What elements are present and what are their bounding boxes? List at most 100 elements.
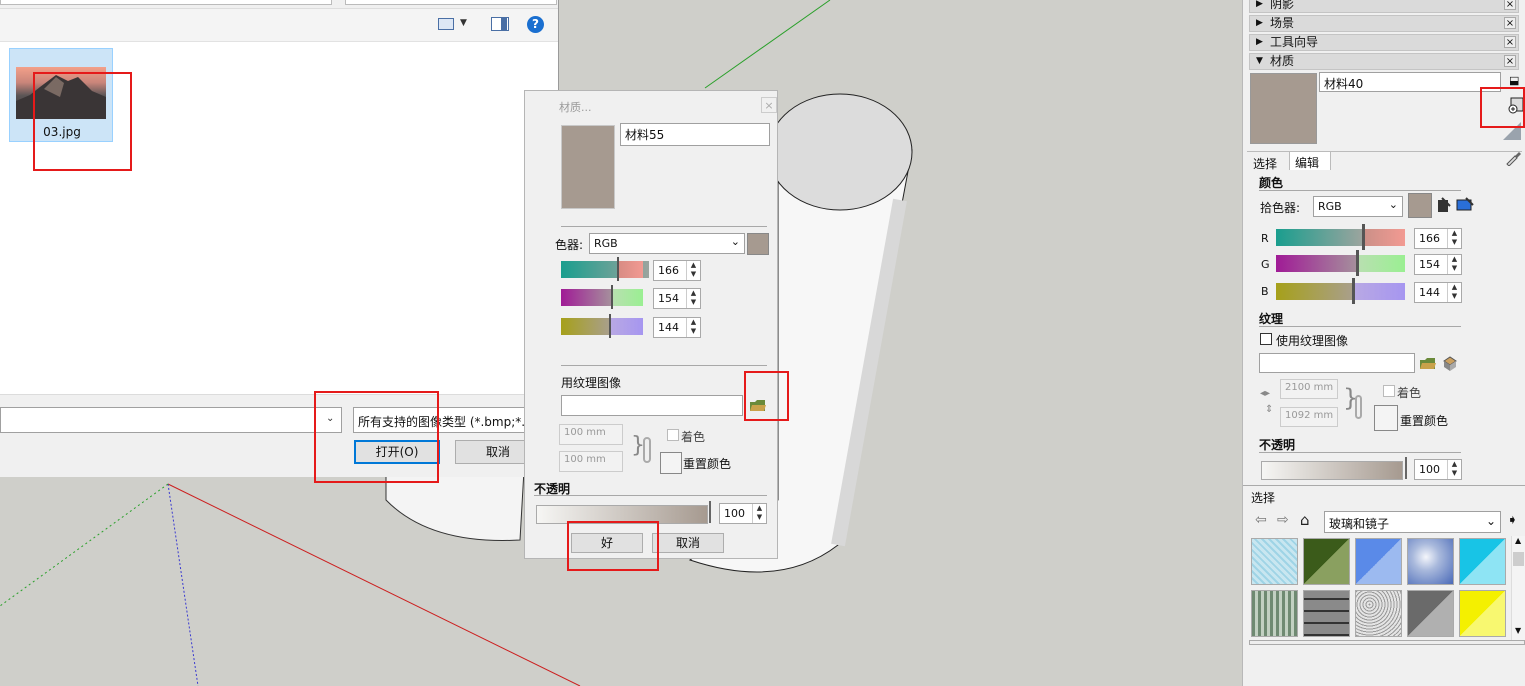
opacity-spin[interactable]: 100 ▲ ▼ — [1414, 459, 1462, 480]
edit-texture-icon[interactable] — [1442, 355, 1458, 371]
material-swatch[interactable] — [1407, 590, 1454, 637]
opacity-thumb[interactable] — [1405, 457, 1407, 479]
material-cancel-button[interactable]: 取消 — [652, 533, 724, 553]
forward-arrow-icon[interactable]: ⇨ — [1277, 512, 1289, 528]
opacity-thumb[interactable] — [709, 501, 711, 523]
material-name-input[interactable]: 材料55 — [620, 123, 770, 146]
chain-link-icon[interactable] — [1355, 395, 1362, 419]
match-color-model-icon[interactable] — [1436, 196, 1452, 214]
material-name-input[interactable]: 材料40 — [1319, 72, 1501, 92]
panel-header-scenes[interactable]: ▶ 场景 × — [1249, 15, 1519, 32]
browse-folder-icon[interactable] — [749, 397, 767, 413]
swatch-scrollbar[interactable]: ▲ ▼ — [1511, 536, 1525, 640]
reset-color-swatch[interactable] — [1374, 405, 1398, 431]
b-value-spin[interactable]: 144 ▲ ▼ — [1414, 282, 1462, 303]
r-slider-thumb[interactable] — [617, 257, 619, 281]
opacity-slider[interactable] — [536, 505, 708, 524]
b-slider-right[interactable] — [1355, 283, 1405, 300]
chain-link-icon[interactable] — [643, 437, 651, 463]
browse-folder-icon[interactable] — [1419, 355, 1437, 371]
filetype-select[interactable]: 所有支持的图像类型 (*.bmp;*.j — [353, 407, 541, 433]
color-swatch[interactable] — [747, 233, 769, 255]
material-swatch[interactable] — [1303, 590, 1350, 637]
texture-width-input[interactable]: 100 mm — [559, 424, 623, 445]
scroll-thumb[interactable] — [1513, 552, 1524, 566]
material-swatch[interactable] — [1459, 590, 1506, 637]
view-mode-icon[interactable] — [438, 18, 454, 30]
texture-height-input[interactable]: 100 mm — [559, 451, 623, 472]
use-texture-checkbox[interactable] — [1260, 333, 1272, 345]
material-swatch[interactable] — [1251, 538, 1298, 585]
b-value-spin[interactable]: 144 ▲ ▼ — [653, 317, 701, 338]
material-swatch[interactable] — [1251, 590, 1298, 637]
g-slider-right[interactable] — [1359, 255, 1405, 272]
search-box[interactable] — [345, 0, 557, 5]
details-arrow-icon[interactable]: ➧ — [1507, 513, 1518, 528]
ok-button[interactable]: 好 — [571, 533, 643, 553]
library-select[interactable]: 玻璃和镜子 ⌄ — [1324, 511, 1501, 533]
colorize-checkbox[interactable] — [667, 429, 679, 441]
material-swatch[interactable] — [1355, 590, 1402, 637]
view-dropdown-icon[interactable]: ▼ — [460, 18, 467, 28]
color-picker-select[interactable]: RGB ⌄ — [589, 233, 745, 254]
opacity-spin[interactable]: 100 ▲ ▼ — [719, 503, 767, 524]
b-slider-left[interactable] — [1276, 283, 1352, 300]
r-slider-right[interactable] — [619, 261, 643, 278]
panel-header-materials[interactable]: ▼ 材质 × — [1249, 53, 1519, 70]
g-slider-thumb[interactable] — [1356, 250, 1359, 276]
r-slider-left[interactable] — [1276, 229, 1362, 246]
scroll-up-icon[interactable]: ▲ — [1515, 536, 1521, 545]
tab-select[interactable]: 选择 — [1253, 155, 1277, 172]
filename-history-chevron-icon[interactable]: ⌄ — [326, 413, 334, 424]
file-item[interactable]: 03.jpg — [9, 48, 113, 142]
create-material-icon[interactable] — [1507, 96, 1525, 114]
material-swatch[interactable] — [1303, 538, 1350, 585]
g-slider-left[interactable] — [1276, 255, 1356, 272]
r-slider-thumb[interactable] — [1362, 224, 1365, 250]
sample-paint-icon[interactable] — [1505, 150, 1521, 167]
r-value-spin[interactable]: 166 ▲ ▼ — [1414, 228, 1462, 249]
color-picker-select[interactable]: RGB ⌄ — [1313, 196, 1403, 217]
texture-height-input[interactable]: 1092 mm — [1280, 407, 1338, 427]
close-icon[interactable]: × — [761, 97, 777, 113]
b-slider-left[interactable] — [561, 318, 609, 335]
panel-header-instructor[interactable]: ▶ 工具向导 × — [1249, 34, 1519, 51]
address-bar[interactable] — [0, 0, 332, 5]
b-slider-right[interactable] — [611, 318, 643, 335]
reset-color-swatch[interactable] — [660, 452, 682, 474]
scroll-down-icon[interactable]: ▼ — [1515, 626, 1521, 635]
display-secondary-sample-icon[interactable] — [1503, 122, 1521, 140]
r-value-spin[interactable]: 166 ▲ ▼ — [653, 260, 701, 281]
b-slider-thumb[interactable] — [1352, 278, 1355, 304]
close-icon[interactable]: × — [1504, 36, 1516, 48]
close-icon[interactable]: × — [1504, 55, 1516, 67]
open-button[interactable]: 打开(O) — [354, 440, 440, 464]
material-swatch[interactable] — [1459, 538, 1506, 585]
texture-width-input[interactable]: 2100 mm — [1280, 379, 1338, 399]
material-swatch[interactable] — [1355, 538, 1402, 585]
help-icon[interactable]: ? — [527, 16, 544, 33]
back-arrow-icon[interactable]: ⇦ — [1255, 512, 1267, 528]
g-slider-right[interactable] — [613, 289, 643, 306]
g-slider-thumb[interactable] — [611, 285, 613, 309]
details-arrow-icon[interactable]: ⬓ — [1509, 74, 1519, 87]
material-swatch[interactable] — [1407, 538, 1454, 585]
tray-resize-bar[interactable] — [1249, 640, 1525, 645]
r-slider-right[interactable] — [1365, 229, 1405, 246]
colorize-checkbox[interactable] — [1383, 385, 1395, 397]
home-icon[interactable]: ⌂ — [1300, 511, 1310, 529]
match-color-screen-icon[interactable] — [1456, 196, 1474, 214]
opacity-slider[interactable] — [1261, 461, 1403, 480]
filename-input[interactable] — [0, 407, 342, 433]
panel-header-shadows[interactable]: ▶ 阴影 × — [1249, 0, 1519, 13]
g-slider-left[interactable] — [561, 289, 611, 306]
close-icon[interactable]: × — [1504, 17, 1516, 29]
tab-edit[interactable]: 编辑 — [1289, 151, 1331, 170]
preview-pane-icon[interactable] — [491, 17, 509, 31]
texture-path-input[interactable] — [1259, 353, 1415, 373]
b-slider-thumb[interactable] — [609, 314, 611, 338]
close-icon[interactable]: × — [1504, 0, 1516, 10]
color-swatch[interactable] — [1408, 193, 1432, 218]
g-value-spin[interactable]: 154 ▲ ▼ — [653, 288, 701, 309]
g-value-spin[interactable]: 154 ▲ ▼ — [1414, 254, 1462, 275]
